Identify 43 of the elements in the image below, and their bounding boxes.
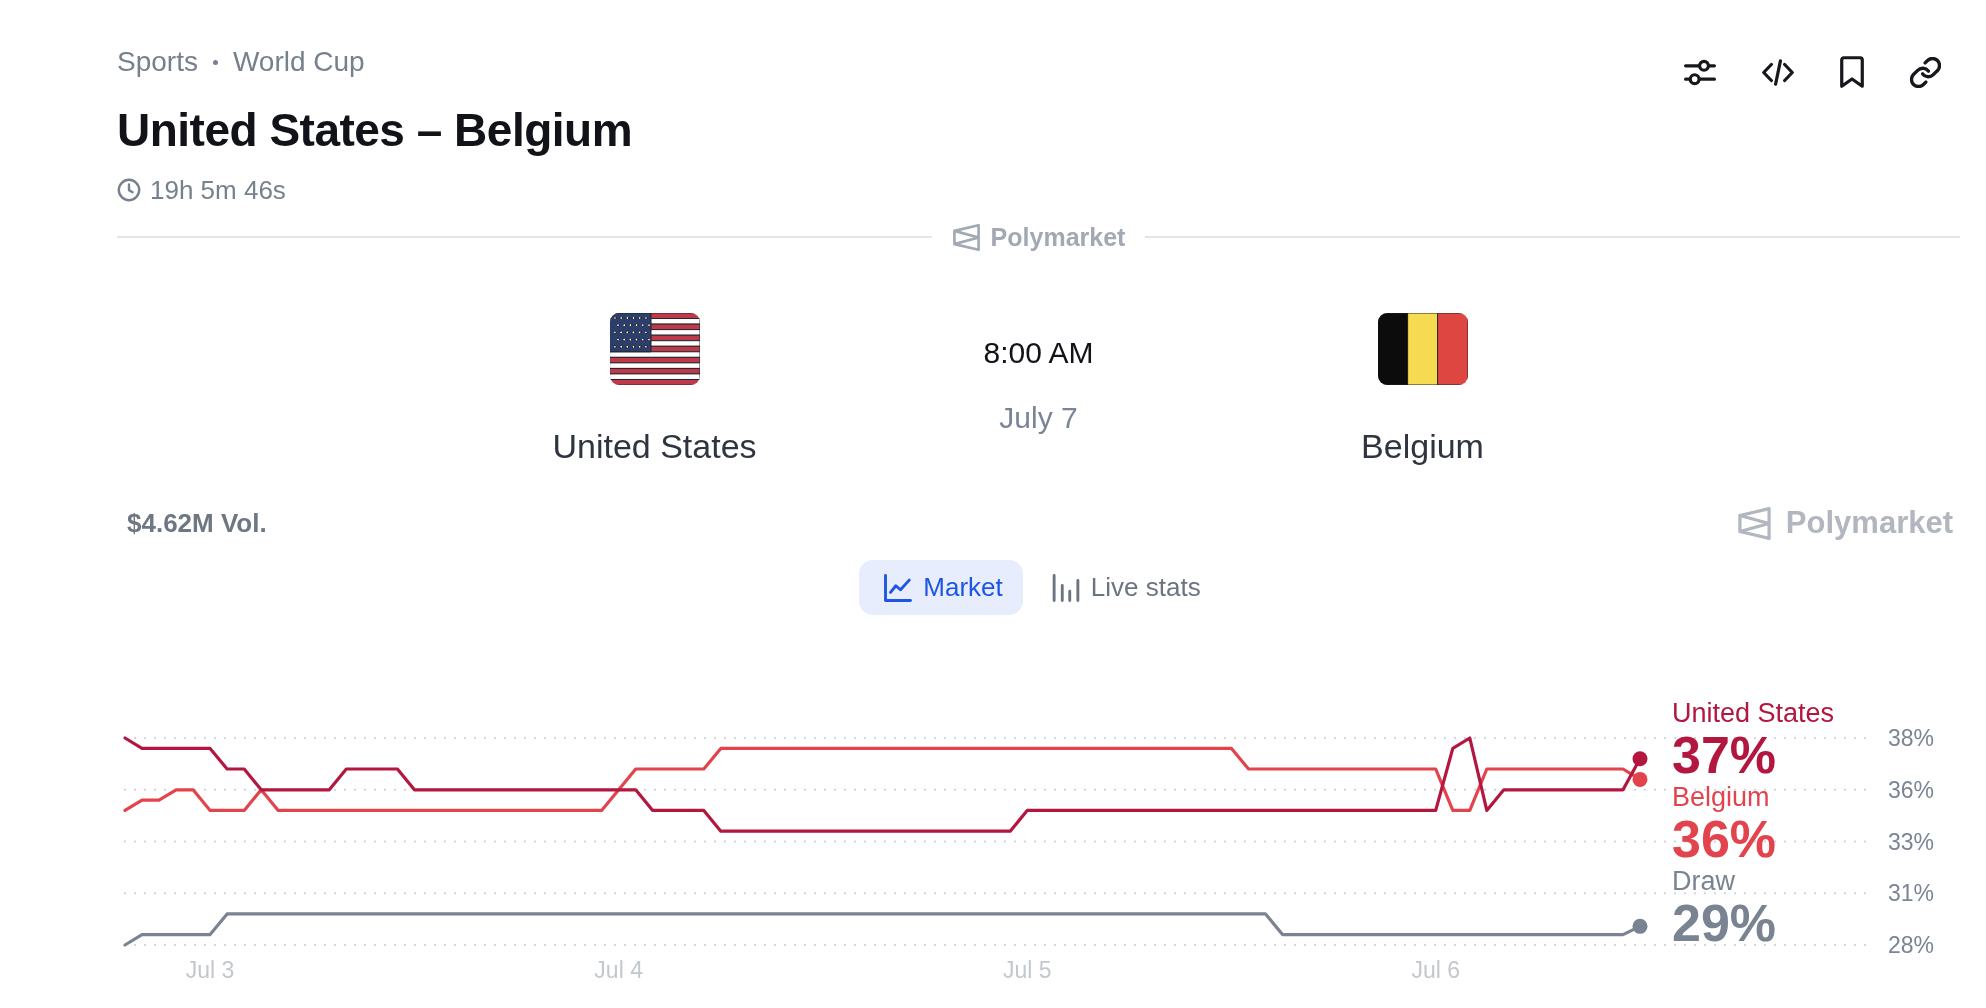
- outcome-name: Draw: [1672, 868, 1736, 894]
- breadcrumb-link[interactable]: World Cup: [232, 45, 365, 79]
- x-axis-label: Jul 4: [594, 957, 643, 983]
- line-chart-icon: [883, 572, 914, 603]
- breadcrumb-link[interactable]: Sports: [117, 45, 198, 79]
- y-axis-label: 28%: [1888, 932, 1935, 958]
- outcome-percent: 29%: [1672, 894, 1778, 952]
- bookmark-button[interactable]: [1840, 56, 1864, 88]
- y-axis-label: 31%: [1888, 880, 1935, 907]
- belgium-flag-icon: [1377, 313, 1468, 385]
- y-axis-label: 33%: [1888, 828, 1935, 855]
- y-axis-label: 38%: [1888, 725, 1935, 751]
- embed-button[interactable]: [1762, 58, 1794, 86]
- team-name: United States: [552, 426, 757, 466]
- separator-dot-icon: [212, 59, 218, 65]
- x-axis-label: Jul 5: [1002, 957, 1052, 983]
- countdown-text: 19h 5m 46s: [150, 174, 286, 206]
- clock-icon: [117, 178, 141, 202]
- adjust-button[interactable]: [1684, 58, 1716, 86]
- code-icon: [1762, 58, 1794, 86]
- tab[interactable]: Market: [859, 560, 1023, 615]
- brand-logo-icon: [1736, 505, 1772, 541]
- page-title: United States – Belgium: [117, 103, 633, 158]
- kickoff-time: 8:00 AM: [983, 335, 1094, 371]
- x-axis-label: Jul 6: [1411, 957, 1461, 983]
- outcome-percent: 37%: [1672, 726, 1778, 784]
- volume-text: $4.62M Vol.: [127, 507, 267, 540]
- kickoff-date: July 7: [999, 400, 1078, 436]
- outcome-name: Belgium: [1672, 784, 1771, 810]
- us-flag-icon: [609, 313, 700, 385]
- tab[interactable]: Live stats: [1026, 560, 1221, 615]
- outcome-name: United States: [1672, 700, 1835, 726]
- bookmark-icon: [1840, 56, 1864, 88]
- team-name: Belgium: [1361, 426, 1484, 466]
- copy-link-button[interactable]: [1910, 56, 1941, 88]
- brand-logo-icon: [951, 222, 981, 252]
- bar-chart-icon: [1050, 572, 1081, 603]
- brand-name: Polymarket: [1785, 506, 1953, 540]
- x-axis-label: Jul 3: [185, 957, 235, 983]
- brand-name: Polymarket: [990, 222, 1126, 252]
- y-axis-label: 36%: [1888, 776, 1935, 803]
- sliders-icon: [1684, 58, 1716, 86]
- link-icon: [1910, 56, 1941, 88]
